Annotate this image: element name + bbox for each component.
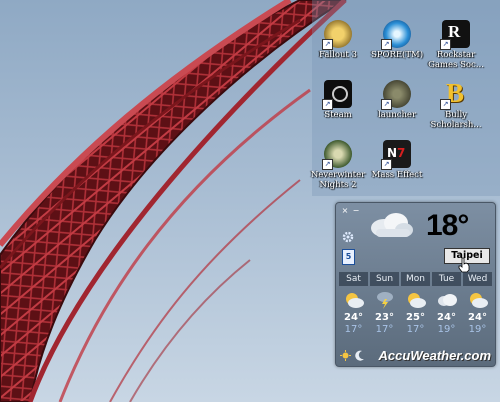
accuweather-logo[interactable]: AccuWeather.com <box>379 348 491 363</box>
hand-cursor-icon <box>458 257 470 273</box>
shortcut-arrow-icon: ↗ <box>322 39 333 50</box>
neverwinter-icon: ↗ <box>322 140 352 170</box>
bully-icon: B ↗ <box>440 78 470 110</box>
shortcut-arrow-icon: ↗ <box>322 99 333 110</box>
forecast-high: 25° <box>406 312 425 323</box>
forecast-day[interactable]: Wed 24° 19° <box>463 272 492 344</box>
desktop-icon-mass-effect[interactable]: N7 ↗ Mass Effect <box>365 140 429 180</box>
desktop-icon-label: launcher <box>377 110 417 120</box>
weather-gadget[interactable]: × − 18° 5 Taipei Sat 24° 17° Sun 23° 17°… <box>335 202 496 367</box>
forecast-low: 19° <box>437 324 456 335</box>
forecast-low: 17° <box>406 324 425 335</box>
forecast-day-name: Wed <box>463 272 492 286</box>
partly-cloudy-icon <box>345 293 364 308</box>
desktop-icon-label: Mass Effect <box>371 170 423 180</box>
sun-icon[interactable] <box>340 350 351 361</box>
shortcut-arrow-icon: ↗ <box>322 159 333 170</box>
desktop-icon-launcher[interactable]: ↗ launcher <box>365 80 429 120</box>
desktop-icon-label: Bully Scholarsh... <box>430 110 482 130</box>
partly-cloudy-icon <box>407 293 426 308</box>
desktop-icon-rockstar[interactable]: R ↗ Rockstar Games Soc... <box>424 20 488 70</box>
forecast-day[interactable]: Mon 25° 17° <box>401 272 430 344</box>
gear-icon[interactable] <box>342 231 354 243</box>
forecast-day-name: Tue <box>432 272 461 286</box>
forecast-high: 24° <box>437 312 456 323</box>
forecast-day[interactable]: Sat 24° 17° <box>339 272 368 344</box>
desktop-icon-steam[interactable]: ↗ Steam <box>306 80 370 120</box>
forecast-day[interactable]: Sun 23° 17° <box>370 272 399 344</box>
forecast-high: 23° <box>375 312 394 323</box>
desktop-icon-bully[interactable]: B ↗ Bully Scholarsh... <box>424 78 488 130</box>
current-temperature: 18° <box>426 209 469 242</box>
forecast-strip: Sat 24° 17° Sun 23° 17° Mon 25° 17° Tue … <box>339 272 492 344</box>
shortcut-arrow-icon: ↗ <box>381 39 392 50</box>
forecast-low: 17° <box>375 324 394 335</box>
fallout-icon: ↗ <box>322 20 352 50</box>
desktop-icon-spore[interactable]: ↗ SPORE(TM) <box>365 20 429 60</box>
desktop-icon-neverwinter[interactable]: ↗ Neverwinter Nights 2 <box>306 140 370 190</box>
desktop-icon-label: Fallout 3 <box>319 50 357 60</box>
desktop: ↗ Fallout 3 ↗ SPORE(TM) R ↗ Rockstar Gam… <box>0 0 500 402</box>
forecast-day[interactable]: Tue 24° 19° <box>432 272 461 344</box>
steam-icon: ↗ <box>322 80 352 110</box>
shortcut-arrow-icon: ↗ <box>440 39 451 50</box>
forecast-day-name: Mon <box>401 272 430 286</box>
gadget-minimize-button[interactable]: − <box>352 207 360 215</box>
rockstar-icon: R ↗ <box>440 20 470 50</box>
spore-icon: ↗ <box>381 20 411 50</box>
cloudy-icon <box>437 294 457 306</box>
thunderstorm-icon <box>376 292 393 309</box>
forecast-day-name: Sun <box>370 272 399 286</box>
mass-effect-icon: N7 ↗ <box>381 140 411 170</box>
desktop-icon-fallout3[interactable]: ↗ Fallout 3 <box>306 20 370 60</box>
shortcut-arrow-icon: ↗ <box>440 99 451 110</box>
shortcut-arrow-icon: ↗ <box>381 159 392 170</box>
desktop-icon-label: Rockstar Games Soc... <box>428 50 484 70</box>
launcher-icon: ↗ <box>381 80 411 110</box>
forecast-low: 17° <box>344 324 363 335</box>
shortcut-arrow-icon: ↗ <box>381 99 392 110</box>
forecast-low: 19° <box>468 324 487 335</box>
forecast-high: 24° <box>468 312 487 323</box>
gadget-footer: AccuWeather.com <box>336 346 495 366</box>
desktop-icon-label: Neverwinter Nights 2 <box>310 170 366 190</box>
gadget-close-button[interactable]: × <box>341 207 349 215</box>
cloudy-icon <box>371 213 413 237</box>
desktop-icon-label: SPORE(TM) <box>370 50 424 60</box>
forecast-day-name: Sat <box>339 272 368 286</box>
partly-cloudy-icon <box>469 293 488 308</box>
moon-icon[interactable] <box>355 350 365 361</box>
calendar-icon[interactable]: 5 <box>342 249 355 265</box>
forecast-high: 24° <box>344 312 363 323</box>
desktop-icon-label: Steam <box>324 110 352 120</box>
